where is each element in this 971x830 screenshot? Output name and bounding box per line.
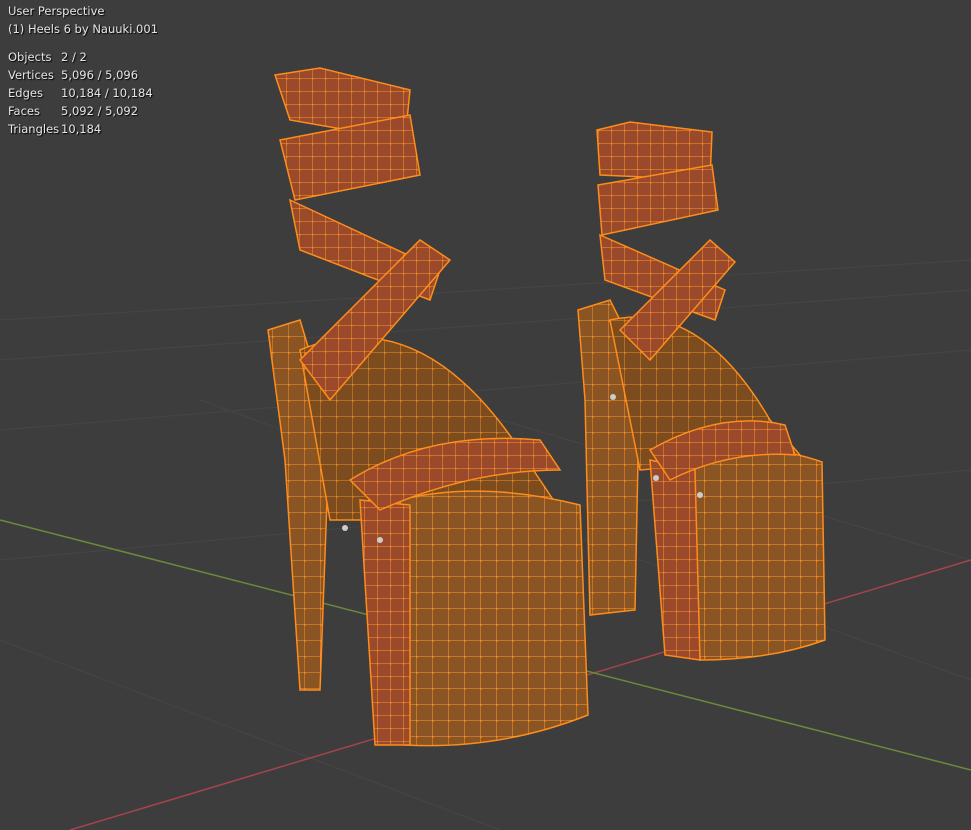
- viewport-scene[interactable]: [0, 0, 971, 830]
- 3d-viewport[interactable]: User Perspective (1) Heels 6 by Nauuki.0…: [0, 0, 971, 830]
- left-heel-mesh[interactable]: [267, 67, 589, 747]
- right-heel-mesh[interactable]: [577, 121, 826, 661]
